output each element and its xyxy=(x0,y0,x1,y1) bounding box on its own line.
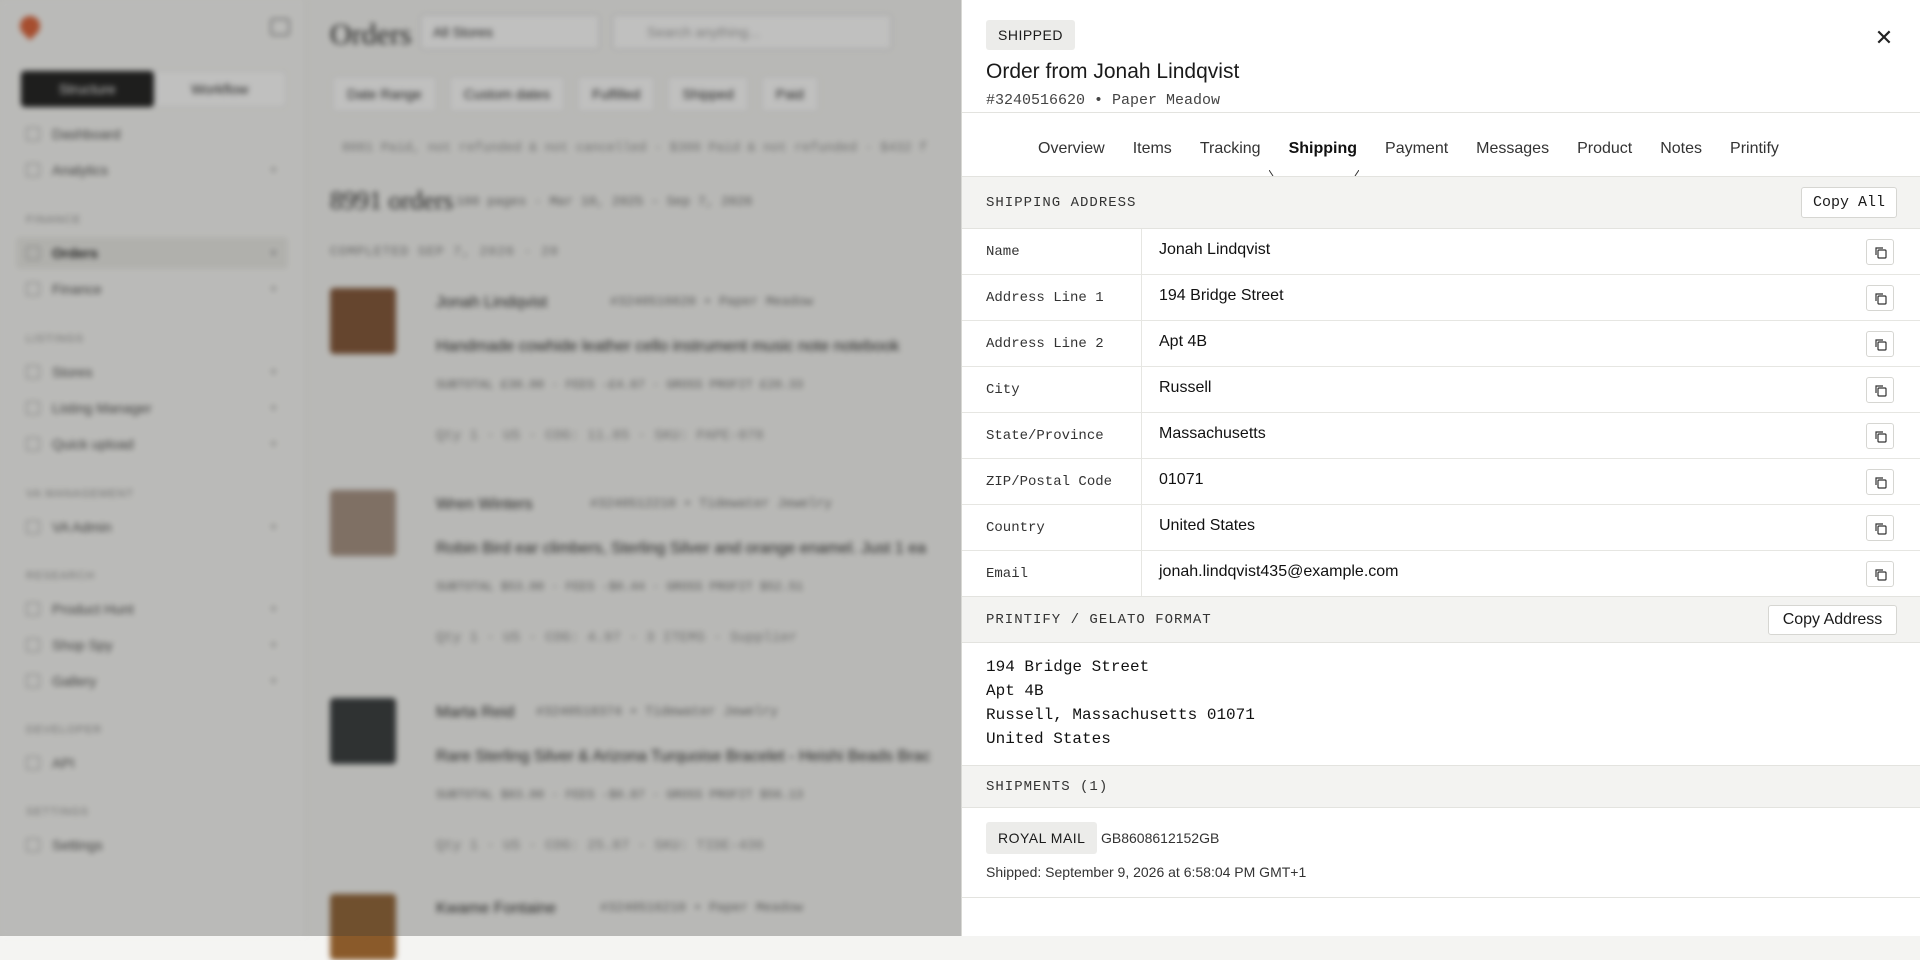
field-value: Jonah Lindqvist xyxy=(1159,241,1271,258)
field-label: State/Province xyxy=(986,428,1104,444)
address-row-name: Name Jonah Lindqvist xyxy=(962,229,1920,275)
formatted-line: United States xyxy=(986,730,1111,748)
field-value: jonah.lindqvist435@example.com xyxy=(1159,563,1399,580)
field-label: Email xyxy=(986,566,1029,582)
row-divider xyxy=(1141,459,1142,504)
section-title: SHIPPING ADDRESS xyxy=(986,195,1137,211)
field-value: 01071 xyxy=(1159,471,1204,488)
address-row-email: Email jonah.lindqvist435@example.com xyxy=(962,551,1920,597)
copy-icon[interactable] xyxy=(1866,469,1894,495)
tab-payment[interactable]: Payment xyxy=(1371,140,1462,158)
tab-printify[interactable]: Printify xyxy=(1716,140,1793,158)
copy-address-button[interactable]: Copy Address xyxy=(1768,605,1897,635)
field-label: Address Line 1 xyxy=(986,290,1104,306)
row-divider xyxy=(1141,367,1142,412)
order-drawer: SHIPPED ✕ Order from Jonah Lindqvist #32… xyxy=(961,0,1920,936)
formatted-address: 194 Bridge Street Apt 4B Russell, Massac… xyxy=(986,655,1255,751)
field-value: 194 Bridge Street xyxy=(1159,287,1284,304)
copy-icon[interactable] xyxy=(1866,561,1894,587)
close-icon[interactable]: ✕ xyxy=(1872,26,1896,50)
address-row-city: City Russell xyxy=(962,367,1920,413)
field-value: Russell xyxy=(1159,379,1212,396)
section-title: PRINTIFY / GELATO FORMAT xyxy=(986,612,1212,628)
field-value: Apt 4B xyxy=(1159,333,1208,350)
tab-overview[interactable]: Overview xyxy=(1024,140,1119,158)
row-divider xyxy=(1141,229,1142,274)
row-divider xyxy=(1141,505,1142,550)
copy-icon[interactable] xyxy=(1866,285,1894,311)
tab-tracking[interactable]: Tracking xyxy=(1186,140,1275,158)
tab-product[interactable]: Product xyxy=(1563,140,1646,158)
field-label: Address Line 2 xyxy=(986,336,1104,352)
field-value: United States xyxy=(1159,517,1256,534)
tab-notes[interactable]: Notes xyxy=(1646,140,1716,158)
tracking-number: GB8608612152GB xyxy=(1101,830,1220,846)
row-divider xyxy=(1141,551,1142,596)
field-label: Country xyxy=(986,520,1045,536)
modal-overlay[interactable] xyxy=(0,0,962,936)
section-title: SHIPMENTS (1) xyxy=(986,779,1109,795)
address-row-zip: ZIP/Postal Code 01071 xyxy=(962,459,1920,505)
field-label: City xyxy=(986,382,1020,398)
copy-icon[interactable] xyxy=(1866,377,1894,403)
tab-items[interactable]: Items xyxy=(1119,140,1186,158)
header-divider xyxy=(962,112,1920,113)
copy-icon[interactable] xyxy=(1866,331,1894,357)
address-row-country: Country United States xyxy=(962,505,1920,551)
format-header: PRINTIFY / GELATO FORMAT Copy Address xyxy=(962,596,1920,643)
field-label: Name xyxy=(986,244,1020,260)
order-subtitle: #3240516620 • Paper Meadow xyxy=(986,92,1221,109)
field-value: Massachusetts xyxy=(1159,425,1266,442)
shipped-timestamp: Shipped: September 9, 2026 at 6:58:04 PM… xyxy=(986,864,1307,880)
address-row-state: State/Province Massachusetts xyxy=(962,413,1920,459)
formatted-line: Russell, Massachusetts 01071 xyxy=(986,706,1255,724)
section-divider xyxy=(962,897,1920,898)
field-label: ZIP/Postal Code xyxy=(986,474,1113,490)
shipments-header: SHIPMENTS (1) xyxy=(962,765,1920,808)
formatted-line: Apt 4B xyxy=(986,682,1044,700)
tab-bar: Overview Items Tracking Shipping Payment… xyxy=(1024,140,1793,158)
tab-shipping[interactable]: Shipping xyxy=(1275,140,1371,158)
address-row-line1: Address Line 1 194 Bridge Street xyxy=(962,275,1920,321)
row-divider xyxy=(1141,321,1142,366)
status-badge: SHIPPED xyxy=(986,20,1075,50)
carrier-badge: ROYAL MAIL xyxy=(986,822,1098,854)
address-row-line2: Address Line 2 Apt 4B xyxy=(962,321,1920,367)
order-title: Order from Jonah Lindqvist xyxy=(986,60,1240,83)
formatted-line: 194 Bridge Street xyxy=(986,658,1150,676)
shipping-address-header: SHIPPING ADDRESS Copy All xyxy=(962,176,1920,229)
copy-icon[interactable] xyxy=(1866,515,1894,541)
copy-icon[interactable] xyxy=(1866,423,1894,449)
copy-all-button[interactable]: Copy All xyxy=(1801,187,1897,218)
copy-icon[interactable] xyxy=(1866,239,1894,265)
row-divider xyxy=(1141,275,1142,320)
tab-messages[interactable]: Messages xyxy=(1462,140,1563,158)
row-divider xyxy=(1141,413,1142,458)
